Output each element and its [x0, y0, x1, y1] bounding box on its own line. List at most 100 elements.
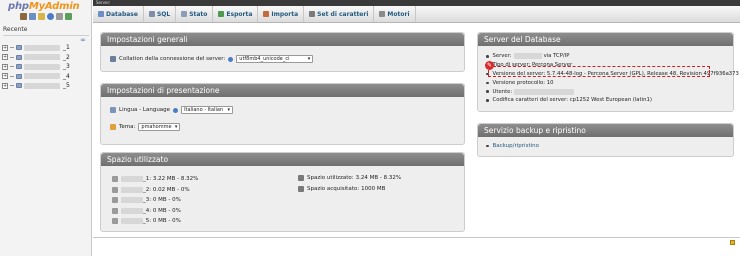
tab-esporta[interactable]: Esporta — [213, 6, 259, 22]
tab-label: Database — [106, 10, 138, 18]
tree-item[interactable]: + _2 — [2, 53, 90, 63]
redacted-host — [513, 53, 542, 60]
database-icon — [98, 11, 104, 17]
language-select[interactable]: Italiano - Italian — [181, 106, 234, 114]
language-icon — [110, 107, 116, 113]
tree-connector — [10, 66, 14, 68]
disk-icon — [298, 175, 304, 181]
database-tree: + _1 + _2 + _3 + _4 + _5 — [2, 43, 90, 91]
bullet — [486, 99, 489, 102]
expand-icon[interactable]: + — [2, 44, 8, 51]
redacted-db-name — [24, 73, 60, 80]
tree-item-label[interactable]: _1 — [63, 44, 70, 51]
navigation-sidebar: phpMyAdmin Recente ∞ + _1 + _2 + _3 + _4 + _5 — [0, 0, 92, 256]
help-icon[interactable] — [47, 13, 54, 20]
logo-php: php — [8, 1, 29, 12]
tab-label: Esporta — [226, 10, 253, 18]
main-menu-tabs: Database SQL Stato Esporta Importa Set d… — [93, 6, 740, 23]
tab-importa[interactable]: Importa — [258, 6, 305, 22]
settings-icon[interactable] — [56, 13, 63, 20]
tree-connector — [10, 75, 14, 77]
space-item: _2: 0.02 MB - 0% — [112, 185, 198, 196]
theme-icon — [110, 124, 116, 130]
server-label: Server: — [492, 53, 512, 60]
bullet — [486, 90, 489, 93]
home-icon[interactable] — [20, 13, 27, 20]
tab-set-di-caratteri[interactable]: Set di caratteri — [304, 6, 375, 22]
tree-item[interactable]: + _4 — [2, 72, 90, 82]
expand-icon[interactable]: + — [2, 54, 8, 61]
space-item-text: _3: 0 MB - 0% — [143, 197, 181, 204]
collation-select[interactable]: utf8mb4_unicode_ci — [236, 55, 314, 63]
collation-label: Collation della connessione del server: — [119, 56, 226, 62]
server-charset-item: Codifica caratteri del server: cp1252 We… — [486, 96, 739, 105]
sidebar-divider — [3, 35, 89, 36]
space-item-text: _4: 0 MB - 0% — [143, 207, 181, 214]
tree-item-label[interactable]: _4 — [63, 73, 70, 80]
server-connection: via TCP/IP — [543, 53, 570, 60]
database-icon — [16, 45, 22, 51]
user-label: Utente: — [492, 88, 513, 95]
tree-item[interactable]: + _1 — [2, 43, 90, 53]
language-row: Lingua - Language Italiano - Italian — [110, 106, 234, 114]
space-item-text: _2: 0.02 MB - 0% — [143, 186, 190, 193]
tree-item-label[interactable]: _5 — [63, 82, 70, 89]
annotation-marker-icon: ✎ — [485, 61, 494, 70]
tab-label: Motori — [387, 10, 410, 18]
redacted-db-name — [121, 176, 143, 183]
tab-label: SQL — [156, 10, 171, 18]
backup-link-row: Backup/ripristino — [486, 143, 539, 149]
redacted-db-name — [24, 54, 60, 61]
tab-label: Set di caratteri — [317, 10, 369, 18]
database-icon — [112, 197, 118, 204]
space-item: _4: 0 MB - 0% — [112, 206, 198, 217]
docs-icon[interactable] — [38, 13, 45, 20]
engines-icon — [379, 11, 386, 17]
expand-icon[interactable]: + — [2, 82, 8, 89]
database-icon — [112, 207, 118, 214]
tree-connector — [10, 56, 14, 58]
version-highlight-box — [488, 66, 710, 77]
help-icon[interactable] — [228, 56, 234, 62]
console-icon[interactable] — [730, 240, 735, 245]
theme-select[interactable]: pmahomme — [138, 123, 181, 131]
collation-icon — [110, 56, 116, 62]
import-icon — [263, 11, 270, 17]
tree-item-label[interactable]: _2 — [63, 54, 70, 61]
help-icon[interactable] — [173, 107, 179, 113]
tree-item[interactable]: + _5 — [2, 81, 90, 91]
tab-label: Importa — [271, 10, 299, 18]
tab-stato[interactable]: Stato — [176, 6, 214, 22]
theme-label: Tema: — [119, 124, 136, 130]
tab-sql[interactable]: SQL — [144, 6, 177, 22]
space-item: _3: 0 MB - 0% — [112, 195, 198, 206]
panel-title: Impostazioni di presentazione — [101, 84, 464, 97]
space-list: _1: 3.22 MB - 8.32% _2: 0.02 MB - 0% _3:… — [112, 174, 198, 227]
theme-value: pmahomme — [141, 124, 172, 130]
redacted-db-name — [121, 197, 143, 204]
reload-icon[interactable] — [65, 13, 72, 20]
space-acquired-label: Spazio acquisitato: — [307, 186, 360, 192]
recent-tables-label[interactable]: Recente — [3, 26, 27, 33]
phpmyadmin-logo[interactable]: phpMyAdmin — [8, 1, 80, 12]
logout-icon[interactable] — [29, 13, 36, 20]
space-acquired-total: Spazio acquisitato: 1000 MB — [298, 186, 385, 192]
tree-item-label[interactable]: _3 — [63, 63, 70, 70]
collation-row: Collation della connessione del server: … — [110, 55, 314, 63]
charset-icon — [309, 11, 316, 17]
tab-label: Stato — [189, 10, 208, 18]
disk-icon — [298, 186, 304, 192]
database-icon — [112, 176, 118, 183]
tree-item[interactable]: + _3 — [2, 62, 90, 72]
theme-row: Tema: pmahomme — [110, 123, 181, 131]
expand-icon[interactable]: + — [2, 73, 8, 80]
expand-icon[interactable]: + — [2, 63, 8, 70]
export-icon — [218, 11, 225, 17]
redacted-db-name — [24, 63, 60, 70]
backup-restore-link[interactable]: Backup/ripristino — [493, 143, 539, 149]
panel-title: Spazio utilizzato — [101, 153, 464, 166]
redacted-db-name — [121, 218, 143, 225]
tab-database[interactable]: Database — [93, 6, 144, 22]
space-item-text: _5: 0 MB - 0% — [143, 218, 181, 225]
tab-motori[interactable]: Motori — [374, 6, 416, 22]
